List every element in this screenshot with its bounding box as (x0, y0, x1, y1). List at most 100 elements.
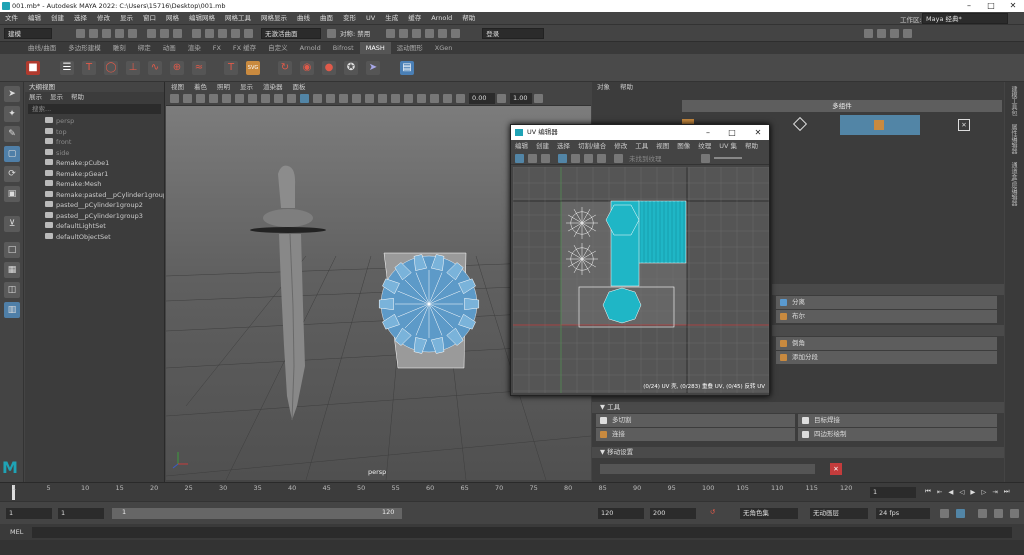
workspace-dropdown[interactable]: Maya 经典* (922, 13, 1008, 24)
list-icon[interactable]: ☰ (60, 60, 74, 75)
signal-icon[interactable]: ↻ (278, 60, 292, 75)
outliner-item[interactable]: Remake:pGear1 (25, 169, 164, 180)
uv-mode-icon[interactable]: ✕ (958, 119, 970, 131)
shadows-icon[interactable] (352, 94, 361, 103)
viewport-menu-item[interactable]: 照明 (212, 82, 235, 92)
menu-item[interactable]: 选择 (69, 12, 92, 25)
side-tab[interactable]: 通道盒/层编辑器 (1009, 158, 1018, 210)
menu-item[interactable]: 网格工具 (220, 12, 256, 25)
uv-distortion-icon[interactable] (571, 153, 580, 163)
animation-layer-dropdown[interactable]: 无动画层 (810, 508, 868, 519)
uv-exposure-slider[interactable] (714, 157, 742, 159)
uv-checker-icon[interactable] (528, 153, 537, 163)
menu-item[interactable]: 网格显示 (256, 12, 292, 25)
textured-icon[interactable] (326, 94, 335, 103)
connect-button[interactable]: 连接 (596, 428, 795, 441)
playback-start-field[interactable]: 1 (58, 508, 104, 519)
motion-blur-icon[interactable] (378, 94, 387, 103)
viewport-menu-item[interactable]: 视图 (166, 82, 189, 92)
current-frame-field[interactable]: 1 (870, 487, 916, 498)
anim-prefs-icon[interactable] (994, 509, 1003, 518)
select-object-icon[interactable] (160, 28, 169, 38)
grid-toggle-icon[interactable] (222, 94, 231, 103)
sound-icon[interactable] (978, 509, 987, 518)
uv-menu-item[interactable]: 工具 (631, 140, 652, 152)
menu-item[interactable]: 生成 (380, 12, 403, 25)
menu-item[interactable]: 缓存 (403, 12, 426, 25)
move-settings-field[interactable] (600, 464, 815, 474)
tool-settings-toggle-icon[interactable] (890, 28, 900, 38)
quad-draw-button[interactable]: 四边形绘制 (798, 428, 997, 441)
settings-icon[interactable] (1010, 509, 1019, 518)
field-chart-icon[interactable] (274, 94, 283, 103)
snap-curve-icon[interactable] (205, 28, 214, 38)
uv-shell-select-icon[interactable] (515, 153, 524, 163)
shelf-tab[interactable]: MASH (359, 42, 391, 54)
uv-menu-item[interactable]: 纹理 (694, 140, 715, 152)
menu-item[interactable]: 曲线 (292, 12, 315, 25)
ambient-occlusion-icon[interactable] (365, 94, 374, 103)
new-scene-icon[interactable] (76, 28, 85, 38)
dynamics-icon[interactable]: ✪ (344, 60, 358, 75)
range-slider[interactable]: 1 120 (112, 508, 402, 519)
shelf-tab[interactable]: Arnold (294, 42, 327, 54)
animation-end-field[interactable]: 200 (650, 508, 696, 519)
last-tool-icon[interactable]: ⊻ (4, 216, 20, 232)
menu-item[interactable]: 编辑 (23, 12, 46, 25)
uv-close-icon[interactable]: ✕ (749, 125, 767, 140)
sword-mesh[interactable] (250, 165, 326, 421)
multi-component-header[interactable]: 多组件 (682, 100, 1002, 112)
redo-icon[interactable] (128, 28, 137, 38)
hypershade-icon[interactable] (425, 28, 435, 38)
lasso-tool-icon[interactable]: ✦ (4, 106, 20, 122)
move-settings-header[interactable]: ▼ 移动设置 (592, 447, 1004, 458)
face-mode-button[interactable] (840, 115, 920, 135)
time-slider[interactable]: 1 5 10 15 20 25 30 35 40 45 50 55 60 65 70 75 80 85 90 95 10… (0, 482, 1024, 501)
fps-dropdown[interactable]: 24 fps (876, 508, 930, 519)
outliner-menu-item[interactable]: 展示 (29, 92, 42, 102)
attribute-editor-toggle-icon[interactable] (877, 28, 887, 38)
bevel-button[interactable]: 倒角 (776, 337, 997, 350)
shelf-tab[interactable]: FX (207, 42, 227, 54)
play-back-icon[interactable]: ◁ (959, 488, 964, 496)
exposure-field[interactable]: 0.00 (469, 93, 495, 104)
xray-icon[interactable] (417, 94, 426, 103)
menu-item[interactable]: Arnold (426, 12, 457, 25)
backface-icon[interactable] (443, 94, 452, 103)
outliner-item[interactable]: pasted__pCylinder1group3 (25, 211, 164, 222)
step-back-key-icon[interactable]: ⇤ (937, 488, 942, 496)
shelf-tab[interactable]: 多边形建模 (62, 42, 107, 54)
menu-item[interactable]: 创建 (46, 12, 69, 25)
uv-texture-dropdown[interactable]: 未找到纹理 (629, 153, 699, 163)
uv-menu-item[interactable]: 编辑 (511, 140, 532, 152)
select-tool-icon[interactable]: ➤ (4, 86, 20, 102)
smooth-shade-icon[interactable] (313, 94, 322, 103)
uv-image-icon[interactable] (584, 153, 593, 163)
outliner-search-input[interactable]: 搜索... (28, 104, 161, 114)
menu-item[interactable]: 曲面 (315, 12, 338, 25)
outliner-layout-icon[interactable]: ▥ (4, 302, 20, 318)
go-to-start-icon[interactable]: ⏮ (925, 487, 931, 496)
xray-joints-icon[interactable] (430, 94, 439, 103)
tools-section-header[interactable]: ▼ 工具 (592, 402, 1004, 413)
select-hierarchy-icon[interactable] (147, 28, 156, 38)
uv-exposure-icon[interactable] (701, 153, 710, 163)
save-scene-icon[interactable] (102, 28, 111, 38)
snap-grid-icon[interactable] (192, 28, 201, 38)
undo-icon[interactable] (115, 28, 124, 38)
outliner-item[interactable]: Remake:pCube1 (25, 158, 164, 169)
outliner-item[interactable]: persp (25, 116, 164, 127)
command-input[interactable] (32, 527, 1012, 538)
film-gate-icon[interactable] (235, 94, 244, 103)
outliner-menu-item[interactable]: 帮助 (71, 92, 84, 102)
uv-snapshot-icon[interactable] (597, 153, 606, 163)
symmetry-label[interactable]: 对称: 禁用 (340, 28, 370, 38)
shelf-tab[interactable]: Bifrost (327, 42, 360, 54)
minimize-icon[interactable]: – (958, 0, 980, 12)
single-pane-icon[interactable]: □ (4, 242, 20, 258)
outliner-menu-item[interactable]: 显示 (50, 92, 63, 102)
multi-cut-button[interactable]: 多切割 (596, 414, 795, 427)
viewport-menu-item[interactable]: 显示 (235, 82, 258, 92)
keyframe-icon[interactable] (956, 509, 965, 518)
login-dropdown[interactable]: 登录 (482, 27, 545, 39)
